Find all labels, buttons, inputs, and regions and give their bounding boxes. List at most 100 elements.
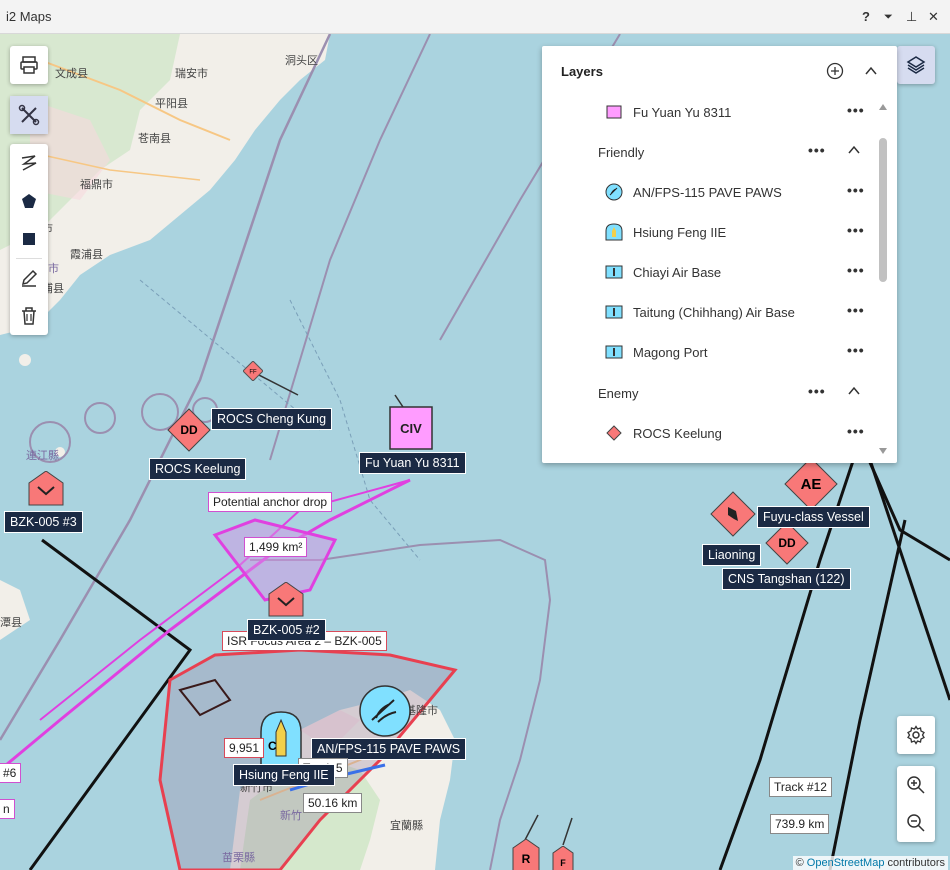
hostile-f-symbol[interactable]: F — [552, 846, 574, 870]
scrollbar-thumb[interactable] — [879, 138, 887, 282]
hostile-dd-symbol[interactable]: DD — [167, 408, 211, 452]
map-label-hsiung-feng[interactable]: Hsiung Feng IIE — [233, 764, 335, 786]
layer-item-fu-yuan-yu[interactable]: Fu Yuan Yu 8311 ••• — [542, 100, 872, 126]
radar-layer-icon — [605, 183, 623, 201]
place-label: 平阳县 — [155, 98, 188, 110]
layer-group-friendly[interactable]: Friendly ••• — [542, 140, 872, 166]
hostile-ff-symbol[interactable]: FF — [243, 361, 263, 381]
close-icon[interactable]: ✕ — [928, 9, 939, 25]
chevron-up-icon[interactable] — [847, 384, 861, 398]
place-label: 瑞安市 — [175, 68, 208, 80]
symbol-text: F — [560, 858, 566, 868]
airbase-layer-icon — [605, 305, 623, 319]
layers-scrollbar[interactable] — [876, 102, 890, 458]
place-label: 連江縣 — [26, 450, 59, 462]
layers-panel-title: Layers — [561, 64, 603, 79]
hostile-layer-icon — [606, 425, 622, 441]
layers-toggle-button[interactable] — [897, 46, 935, 84]
more-options-icon[interactable]: ••• — [847, 423, 865, 439]
distance-label: 50.16 km — [303, 793, 363, 813]
area-measure-label: 9,951 — [224, 738, 265, 758]
civilian-symbol[interactable]: CIV — [389, 406, 433, 450]
map-label-track-6[interactable]: #6 — [0, 763, 22, 783]
square-icon — [23, 233, 35, 245]
delete-button[interactable] — [10, 297, 48, 335]
layer-label: AN/FPS-115 PAVE PAWS — [633, 185, 782, 200]
layer-item-hsiung-feng[interactable]: Hsiung Feng IIE ••• — [542, 220, 872, 246]
hostile-carrier-symbol[interactable] — [710, 491, 756, 537]
layers-panel: Layers Fu Yuan Yu 8311 ••• Friendly ••• … — [542, 46, 897, 463]
map-label-rocs-keelung[interactable]: ROCS Keelung — [149, 458, 247, 480]
layer-label: Magong Port — [633, 345, 708, 360]
scroll-down-icon[interactable] — [878, 446, 888, 456]
more-options-icon[interactable]: ••• — [847, 342, 865, 358]
hostile-uav-symbol[interactable] — [268, 582, 304, 622]
map-label-bzk-005-3[interactable]: BZK-005 #3 — [4, 511, 83, 533]
zoom-out-button[interactable] — [897, 804, 935, 842]
more-options-icon[interactable]: ••• — [808, 142, 826, 158]
layers-icon — [906, 56, 926, 74]
layer-item-taitung[interactable]: Taitung (Chihhang) Air Base ••• — [542, 300, 872, 326]
attribution-link[interactable]: OpenStreetMap — [807, 857, 885, 869]
map-label-pave-paws[interactable]: AN/FPS-115 PAVE PAWS — [311, 738, 467, 760]
chevron-up-icon[interactable] — [847, 143, 861, 157]
add-layer-icon[interactable] — [826, 62, 844, 80]
draw-polygon-button[interactable] — [10, 182, 48, 220]
zoom-out-icon — [907, 814, 925, 832]
symbol-text: CIV — [400, 421, 422, 436]
place-label: 新竹 — [280, 810, 302, 822]
gear-icon — [907, 725, 925, 745]
print-button[interactable] — [10, 46, 48, 84]
attribution-suffix: contributors — [887, 857, 945, 869]
help-icon[interactable]: ? — [862, 9, 870, 24]
layer-group-enemy[interactable]: Enemy ••• — [542, 381, 872, 407]
zoom-in-icon — [907, 776, 925, 794]
layer-item-magong[interactable]: Magong Port ••• — [542, 340, 872, 366]
print-toolbar — [10, 46, 48, 84]
more-options-icon[interactable]: ••• — [847, 262, 865, 278]
map-label-anchor-drop[interactable]: Potential anchor drop — [208, 492, 333, 512]
layer-label: Fu Yuan Yu 8311 — [633, 105, 732, 120]
map-label-rocs-cheng-kung[interactable]: ROCS Cheng Kung — [211, 408, 333, 430]
map-label-bzk-005-2[interactable]: BZK-005 #2 — [247, 619, 326, 641]
title-bar: i2 Maps ? ⏷ ⊥ ✕ — [0, 0, 950, 34]
zoom-in-button[interactable] — [897, 766, 935, 804]
more-options-icon[interactable]: ••• — [847, 102, 865, 118]
dropdown-icon[interactable]: ⏷ — [884, 11, 893, 24]
map-canvas[interactable]: 文成县 瑞安市 洞头区 平阳县 苍南县 福鼎市 福安市 霞浦县 宁德市 浦县 連… — [0, 34, 950, 870]
symbol-text: AE — [801, 476, 822, 493]
more-options-icon[interactable]: ••• — [847, 302, 865, 318]
draw-line-button[interactable] — [10, 144, 48, 182]
map-label-fu-yuan-yu[interactable]: Fu Yuan Yu 8311 — [359, 452, 466, 474]
draw-rectangle-button[interactable] — [10, 220, 48, 258]
friendly-radar-symbol[interactable] — [358, 684, 412, 738]
map-label-liaoning[interactable]: Liaoning — [702, 544, 762, 566]
settings-button[interactable] — [897, 716, 935, 754]
more-options-icon[interactable]: ••• — [847, 222, 865, 238]
hostile-uav-symbol[interactable] — [28, 471, 64, 511]
layer-item-rocs-keelung[interactable]: ROCS Keelung ••• — [542, 421, 872, 447]
map-label-left-edge[interactable]: n — [0, 799, 15, 819]
measure-tool-button[interactable] — [10, 96, 48, 134]
hostile-r-symbol[interactable]: R — [512, 839, 540, 870]
symbol-text: FF — [249, 370, 257, 376]
map-label-track-12[interactable]: Track #12 — [769, 777, 832, 797]
chevron-up-icon[interactable] — [864, 64, 878, 78]
layer-item-pave-paws[interactable]: AN/FPS-115 PAVE PAWS ••• — [542, 180, 872, 206]
civilian-layer-icon — [606, 105, 622, 119]
measure-icon — [18, 104, 40, 126]
map-label-fuyu-class[interactable]: Fuyu-class Vessel — [757, 506, 870, 528]
more-options-icon[interactable]: ••• — [847, 182, 865, 198]
distance-label: 739.9 km — [770, 814, 830, 834]
layer-label: Taitung (Chihhang) Air Base — [633, 305, 795, 320]
place-label: 福鼎市 — [80, 179, 113, 191]
layer-item-chiayi[interactable]: Chiayi Air Base ••• — [542, 260, 872, 286]
hostile-ae-symbol[interactable]: AE — [784, 457, 838, 511]
more-options-icon[interactable]: ••• — [808, 383, 826, 399]
scroll-up-icon[interactable] — [878, 102, 888, 112]
pin-icon[interactable]: ⊥ — [906, 9, 917, 25]
map-label-cns-tangshan[interactable]: CNS Tangshan (122) — [722, 568, 851, 590]
symbol-text: R — [522, 852, 531, 866]
edit-button[interactable] — [10, 259, 48, 297]
symbol-text: C — [268, 739, 277, 753]
